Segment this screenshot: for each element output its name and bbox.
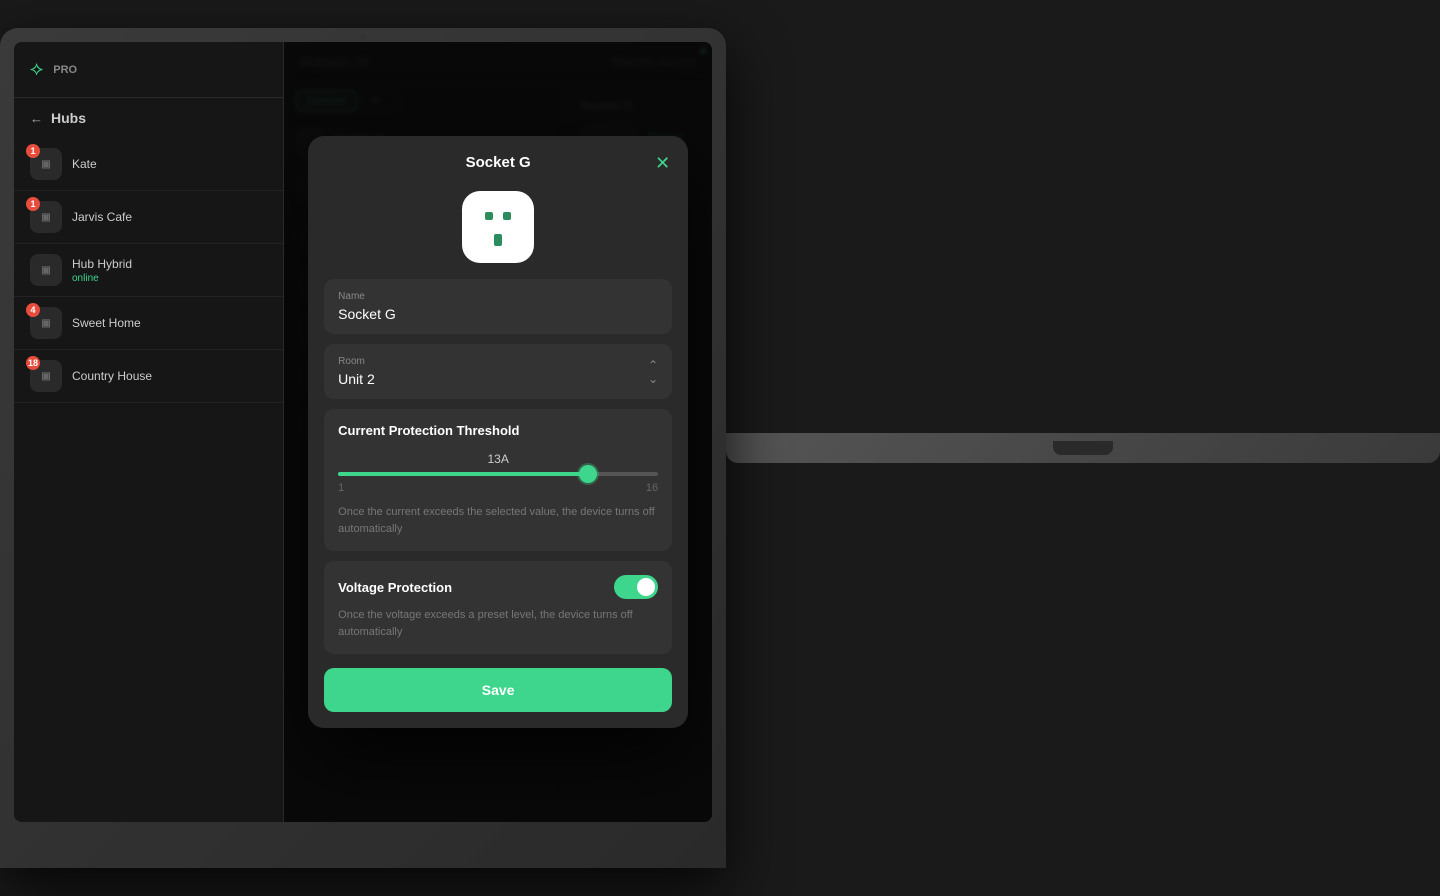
hub-info-jarvis: Jarvis Cafe: [72, 210, 267, 224]
name-value: Socket G: [338, 306, 658, 322]
slider-max: 16: [646, 482, 658, 494]
hub-badge-kate: 1: [26, 144, 40, 158]
hub-item-jarvis[interactable]: 1 ▣ Jarvis Cafe: [14, 191, 283, 244]
hub-name-sweethome: Sweet Home: [72, 316, 267, 330]
hub-name-jarvis: Jarvis Cafe: [72, 210, 267, 224]
modal-icon-area: [308, 171, 688, 279]
chevron-icon: ⌃⌄: [648, 358, 658, 386]
chin-notch: [1053, 441, 1113, 455]
modal-overlay: Socket G ✕: [284, 42, 712, 822]
room-card[interactable]: Room Unit 2 ⌃⌄: [324, 344, 672, 399]
close-button[interactable]: ✕: [655, 154, 670, 172]
modal-body: Name Socket G Room Unit 2: [308, 279, 688, 728]
app-title: PRO: [53, 64, 77, 76]
hub-item-countryhouse[interactable]: 18 ▣ Country House: [14, 350, 283, 403]
sidebar-title-area: ← Hubs: [14, 98, 283, 138]
hub-item-hybrid[interactable]: ▣ Hub Hybrid online: [14, 244, 283, 297]
voltage-header: Voltage Protection: [338, 575, 658, 599]
socket-modal: Socket G ✕: [308, 136, 688, 728]
voltage-title: Voltage Protection: [338, 580, 452, 595]
hub-avatar-hybrid: ▣: [30, 254, 62, 286]
voltage-hint: Once the voltage exceeds a preset level,…: [338, 607, 658, 640]
slider-thumb[interactable]: [579, 465, 597, 483]
save-button[interactable]: Save: [324, 668, 672, 712]
back-button[interactable]: ←: [30, 111, 43, 126]
hub-avatar-kate: 1 ▣: [30, 148, 62, 180]
toggle-knob: [637, 578, 655, 596]
sidebar-header: ⟡ PRO: [14, 42, 283, 98]
room-label: Room: [338, 356, 375, 367]
name-label: Name: [338, 291, 658, 302]
hub-badge-jarvis: 1: [26, 197, 40, 211]
current-protection-hint: Once the current exceeds the selected va…: [338, 504, 658, 537]
sidebar: ⟡ PRO ← Hubs 1 ▣ Kate: [14, 42, 284, 822]
hub-info-countryhouse: Country House: [72, 369, 267, 383]
socket-hole-top-left: [485, 212, 493, 220]
hub-item-sweethome[interactable]: 4 ▣ Sweet Home: [14, 297, 283, 350]
socket-face: [471, 200, 525, 254]
hub-name-hybrid: Hub Hybrid: [72, 257, 267, 271]
slider-min: 1: [338, 482, 344, 494]
slider-value-label: 13A: [338, 452, 658, 466]
current-protection-title: Current Protection Threshold: [338, 423, 658, 438]
current-protection-card: Current Protection Threshold 13A 1: [324, 409, 672, 551]
hub-avatar-jarvis: 1 ▣: [30, 201, 62, 233]
sidebar-section-title: Hubs: [51, 110, 86, 126]
hub-info-hybrid: Hub Hybrid online: [72, 257, 267, 284]
hub-status-hybrid: online: [72, 273, 267, 284]
hub-badge-sweethome: 4: [26, 303, 40, 317]
hub-list: 1 ▣ Kate 1 ▣ Jarvis: [14, 138, 283, 822]
hub-badge-countryhouse: 18: [26, 356, 40, 370]
name-card: Name Socket G: [324, 279, 672, 334]
hub-info-kate: Kate: [72, 157, 267, 171]
slider-fill: [338, 472, 588, 476]
hub-info-sweethome: Sweet Home: [72, 316, 267, 330]
hub-name-countryhouse: Country House: [72, 369, 267, 383]
logo-icon: ⟡: [30, 58, 43, 81]
modal-title: Socket G: [466, 154, 531, 171]
socket-hole-bottom: [494, 234, 502, 246]
hub-name-kate: Kate: [72, 157, 267, 171]
voltage-protection-card: Voltage Protection Once the voltage exce…: [324, 561, 672, 654]
socket-hole-top-right: [503, 212, 511, 220]
hub-avatar-countryhouse: 18 ▣: [30, 360, 62, 392]
main-content: Multipack 15 Remote Access Devices P...: [284, 42, 712, 822]
voltage-toggle[interactable]: [614, 575, 658, 599]
modal-header: Socket G ✕: [308, 136, 688, 171]
slider-container[interactable]: [338, 472, 658, 476]
slider-track: [338, 472, 658, 476]
room-value: Unit 2: [338, 371, 375, 387]
hub-item-kate[interactable]: 1 ▣ Kate: [14, 138, 283, 191]
socket-icon: [462, 191, 534, 263]
slider-range-labels: 1 16: [338, 482, 658, 494]
hub-avatar-sweethome: 4 ▣: [30, 307, 62, 339]
